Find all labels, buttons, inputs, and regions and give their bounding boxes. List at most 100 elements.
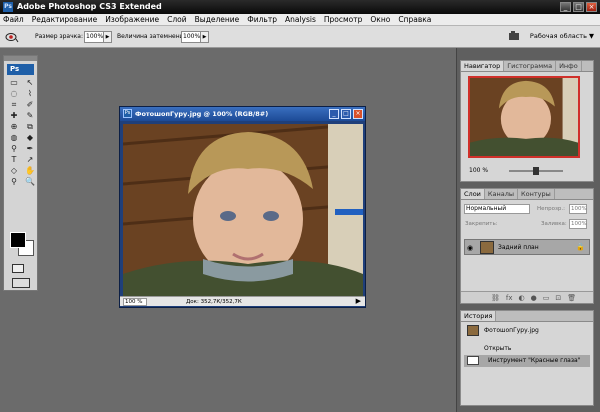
trash-icon[interactable]: 🗑 xyxy=(567,294,576,302)
adjustment-layer-icon[interactable]: ● xyxy=(531,294,537,302)
menu-image[interactable]: Изображение xyxy=(105,14,159,26)
red-eye-tool-icon[interactable] xyxy=(5,31,19,43)
layers-footer: ⛓ fx ◐ ● ▭ ⊡ 🗑 xyxy=(461,291,593,303)
visibility-eye-icon[interactable]: ◉ xyxy=(467,244,473,252)
menu-bar: Файл Редактирование Изображение Слой Выд… xyxy=(0,14,600,26)
pen-tool-icon[interactable]: ✒ xyxy=(23,144,37,154)
menu-select[interactable]: Выделение xyxy=(195,14,240,26)
document-size-info[interactable]: Док: 352,7К/352,7К xyxy=(186,298,242,306)
history-item-text: Инструмент "Красные глаза" xyxy=(488,357,581,364)
gradient-tool-icon[interactable]: ◆ xyxy=(23,133,37,143)
blend-mode-select[interactable]: Нормальный xyxy=(464,204,530,214)
toolbox: Ps ▭ ↖ ◌ ⌇ ⌗ ✐ ✚ ✎ ⊕ ⧉ ◍ ◆ ⚲ ✒ T ↗ ◇ ✋ ⚲… xyxy=(3,55,38,291)
healing-tool-icon[interactable]: ✚ xyxy=(7,111,21,121)
navigator-zoom-knob[interactable] xyxy=(533,167,539,175)
history-snapshot[interactable]: ФотошопГуру.jpg xyxy=(464,325,590,337)
path-selection-tool-icon[interactable]: ↗ xyxy=(23,155,37,165)
history-brush-tool-icon[interactable]: ⧉ xyxy=(23,122,37,132)
lock-icon: 🔒 xyxy=(576,243,585,251)
darken-amount-input[interactable]: 100% xyxy=(181,31,201,43)
menu-help[interactable]: Справка xyxy=(398,14,431,26)
history-tabs: История xyxy=(461,311,593,322)
document-maximize-button[interactable]: □ xyxy=(341,109,351,119)
menu-window[interactable]: Окно xyxy=(370,14,390,26)
close-button[interactable]: × xyxy=(586,2,597,12)
menu-file[interactable]: Файл xyxy=(3,14,24,26)
magic-wand-tool-icon[interactable]: ⌇ xyxy=(23,89,37,99)
status-menu-arrow[interactable]: ▶ xyxy=(356,297,361,306)
menu-analysis[interactable]: Analysis xyxy=(285,14,316,26)
tab-history[interactable]: История xyxy=(461,311,497,321)
quick-mask-icon[interactable] xyxy=(12,264,24,273)
darken-amount-stepper[interactable]: ▶ xyxy=(200,31,209,43)
tab-navigator[interactable]: Навигатор xyxy=(461,61,505,71)
link-layers-icon[interactable]: ⛓ xyxy=(491,294,500,302)
tab-channels[interactable]: Каналы xyxy=(485,189,519,199)
document-statusbar: 100 % Док: 352,7К/352,7К ▶ xyxy=(120,296,365,306)
minimize-button[interactable]: _ xyxy=(560,2,571,12)
history-item-text: ФотошопГуру.jpg xyxy=(484,327,539,334)
new-layer-icon[interactable]: ⊡ xyxy=(555,294,561,302)
history-panel: История ФотошопГуру.jpg Открыть Инструме… xyxy=(460,310,594,406)
shape-tool-icon[interactable]: ◇ xyxy=(7,166,21,176)
snapshot-thumbnail xyxy=(467,325,479,336)
menu-filter[interactable]: Фильтр xyxy=(247,14,277,26)
clone-stamp-tool-icon[interactable]: ⊕ xyxy=(7,122,21,132)
menu-edit[interactable]: Редактирование xyxy=(32,14,97,26)
opacity-input[interactable]: 100% xyxy=(569,204,587,214)
lasso-tool-icon[interactable]: ◌ xyxy=(7,89,21,99)
crop-tool-icon[interactable]: ⌗ xyxy=(7,100,21,110)
document-close-button[interactable]: × xyxy=(353,109,363,119)
fill-label: Заливка: xyxy=(541,221,567,227)
tab-layers[interactable]: Слои xyxy=(461,189,485,199)
layer-style-icon[interactable]: fx xyxy=(506,294,513,302)
menu-view[interactable]: Просмотр xyxy=(324,14,363,26)
new-group-icon[interactable]: ▭ xyxy=(543,294,550,302)
darken-amount-label: Величина затемнения: xyxy=(117,33,190,40)
layers-panel: Слои Каналы Контуры Нормальный Непрозр.:… xyxy=(460,188,594,304)
pupil-size-input[interactable]: 100% xyxy=(84,31,104,43)
history-item-text: Открыть xyxy=(484,345,512,352)
toolbox-grip[interactable] xyxy=(4,56,37,61)
screen-mode-icon[interactable] xyxy=(12,278,30,288)
layer-thumbnail xyxy=(480,241,494,254)
document-titlebar[interactable]: Ps ФотошопГуру.jpg @ 100% (RGB/8#) _ □ × xyxy=(120,107,365,121)
navigator-thumbnail[interactable] xyxy=(468,76,580,158)
tab-histogram[interactable]: Гистограмма xyxy=(504,61,557,71)
fill-input[interactable]: 100% xyxy=(569,219,587,229)
document-controls: _ □ × xyxy=(329,109,363,119)
brush-tool-icon[interactable]: ✎ xyxy=(23,111,37,121)
app-titlebar: Ps Adobe Photoshop CS3 Extended _ □ × xyxy=(0,0,600,14)
history-step-red-eye[interactable]: Инструмент "Красные глаза" xyxy=(464,355,590,367)
tab-info[interactable]: Инфо xyxy=(556,61,582,71)
move-tool-icon[interactable]: ↖ xyxy=(23,78,37,88)
zoom-tool-icon[interactable]: 🔍 xyxy=(23,177,37,187)
foreground-color-swatch[interactable] xyxy=(10,232,26,248)
layer-row-background[interactable]: ◉ Задний план 🔒 xyxy=(464,239,590,255)
history-step-open[interactable]: Открыть xyxy=(464,343,590,355)
workspace-dropdown[interactable]: Рабочая область ▼ xyxy=(530,32,594,40)
eraser-tool-icon[interactable]: ◍ xyxy=(7,133,21,143)
document-title: ФотошопГуру.jpg @ 100% (RGB/8#) xyxy=(135,110,269,118)
workspace-icon[interactable] xyxy=(508,31,520,41)
zoom-field[interactable]: 100 % xyxy=(123,298,147,306)
dodge-tool-icon[interactable]: ⚲ xyxy=(7,144,21,154)
history-brush-source-icon[interactable] xyxy=(467,356,479,365)
navigator-zoom-value[interactable]: 100 % xyxy=(469,167,488,174)
maximize-button[interactable]: □ xyxy=(573,2,584,12)
eyedropper-tool-icon[interactable]: ⚲ xyxy=(7,177,21,187)
pupil-size-stepper[interactable]: ▶ xyxy=(103,31,112,43)
type-tool-icon[interactable]: T xyxy=(7,155,21,165)
menu-layer[interactable]: Слой xyxy=(167,14,187,26)
layer-name: Задний план xyxy=(498,244,539,251)
layer-mask-icon[interactable]: ◐ xyxy=(519,294,525,302)
navigator-tabs: Навигатор Гистограмма Инфо xyxy=(461,61,593,72)
document-minimize-button[interactable]: _ xyxy=(329,109,339,119)
slice-tool-icon[interactable]: ✐ xyxy=(23,100,37,110)
hand-tool-icon[interactable]: ✋ xyxy=(23,166,37,176)
document-ps-icon: Ps xyxy=(123,109,132,118)
canvas-photo[interactable] xyxy=(123,124,363,304)
marquee-tool-icon[interactable]: ▭ xyxy=(7,78,21,88)
window-controls: _ □ × xyxy=(560,2,597,12)
tab-paths[interactable]: Контуры xyxy=(518,189,555,199)
